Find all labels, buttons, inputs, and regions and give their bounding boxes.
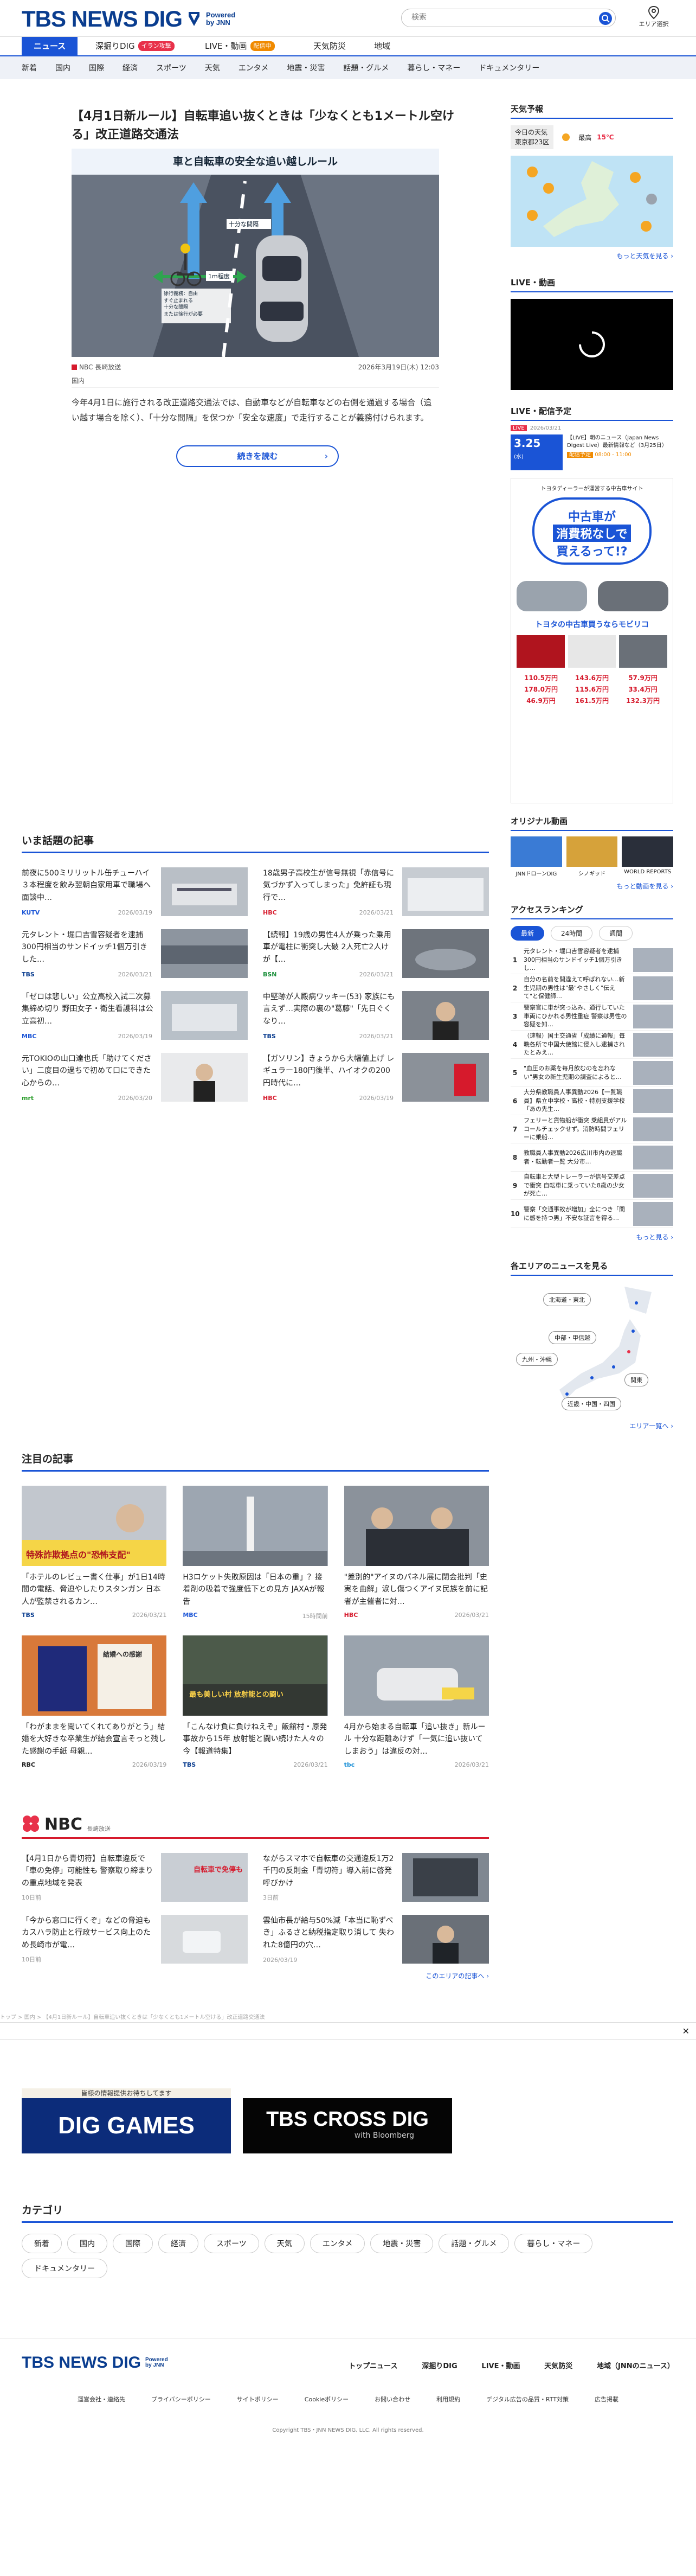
subnav-entertainment[interactable]: エンタメ <box>239 62 269 73</box>
logo-powered: Powered by JNN <box>206 11 236 27</box>
subnav-disaster[interactable]: 地震・災害 <box>287 62 325 73</box>
site-header: TBS NEWS DIG Powered by JNN エリア選択 <box>0 0 696 37</box>
subnav-documentary[interactable]: ドキュメンタリー <box>479 62 539 73</box>
area-select[interactable]: エリア選択 <box>639 5 669 28</box>
nav-live[interactable]: LIVE・動画 配信中 <box>205 37 275 55</box>
location-pin-icon <box>648 5 660 20</box>
primary-nav: ニュース 深掘りDIG イラン攻撃 LIVE・動画 配信中 天気防災 地域 <box>0 37 696 56</box>
subnav-weather[interactable]: 天気 <box>205 62 220 73</box>
logo-mark-icon <box>189 12 200 26</box>
search-button[interactable] <box>599 12 612 25</box>
nav-dig[interactable]: 深掘りDIG イラン攻撃 <box>95 37 175 55</box>
nav-live-badge: 配信中 <box>250 41 275 51</box>
search-input[interactable] <box>411 13 574 22</box>
search-box[interactable] <box>401 9 616 27</box>
subnav-sports[interactable]: スポーツ <box>156 62 186 73</box>
nav-news[interactable]: ニュース <box>22 37 78 55</box>
subnav-domestic[interactable]: 国内 <box>55 62 70 73</box>
area-select-label: エリア選択 <box>639 21 669 28</box>
subnav-international[interactable]: 国際 <box>89 62 104 73</box>
site-logo[interactable]: TBS NEWS DIG Powered by JNN <box>22 8 235 30</box>
secondary-nav: 新着 国内 国際 経済 スポーツ 天気 エンタメ 地震・災害 話題・グルメ 暮ら… <box>0 56 696 79</box>
nav-dig-badge: イラン攻撃 <box>138 41 175 51</box>
subnav-life[interactable]: 暮らし・マネー <box>407 62 460 73</box>
search-icon <box>602 15 610 23</box>
logo-text: TBS NEWS DIG <box>22 6 183 31</box>
subnav-gourmet[interactable]: 話題・グルメ <box>343 62 389 73</box>
subnav-new[interactable]: 新着 <box>22 62 37 73</box>
nav-weather[interactable]: 天気防災 <box>313 37 346 55</box>
subnav-economy[interactable]: 経済 <box>123 62 138 73</box>
nav-region[interactable]: 地域 <box>374 37 390 55</box>
